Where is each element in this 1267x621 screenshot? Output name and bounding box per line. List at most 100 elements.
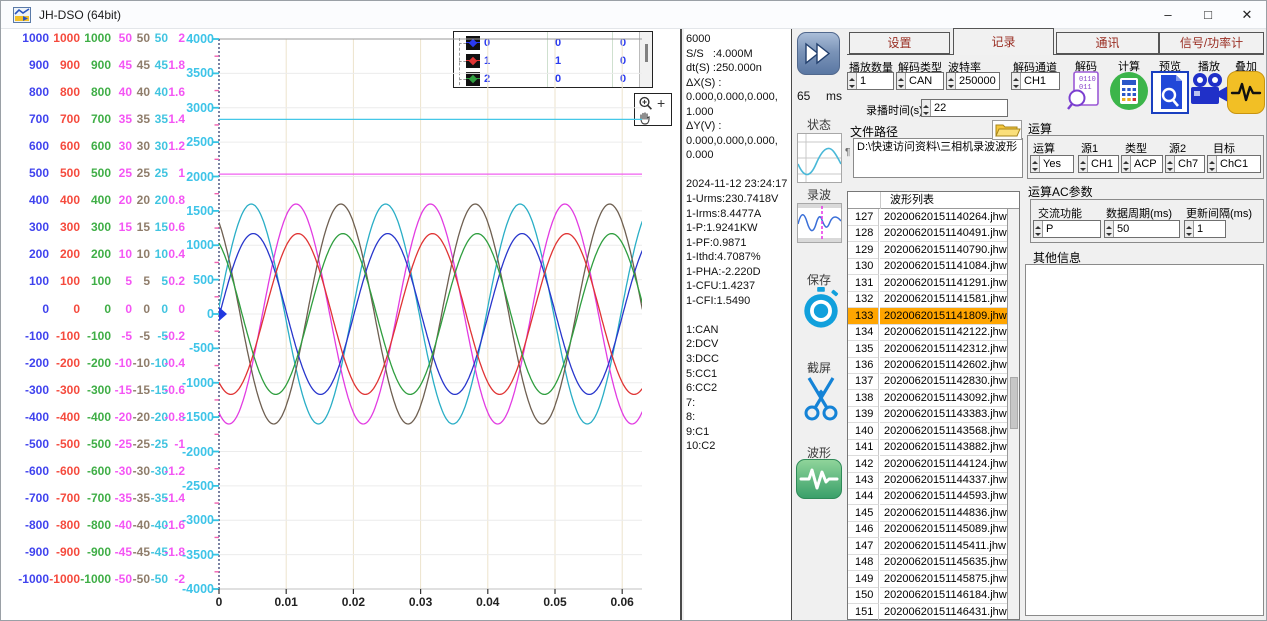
file-row-name: 20200620151144836.jhw — [880, 505, 1007, 522]
record-time-spinner[interactable]: 22 — [921, 99, 1008, 117]
tab-记录[interactable]: 记录 — [953, 28, 1054, 55]
file-list-row[interactable]: 14920200620151145875.jhw — [848, 571, 1007, 588]
other-info-box[interactable] — [1025, 264, 1264, 616]
spin-value: 1 — [857, 73, 893, 89]
action-button-叠加[interactable] — [1227, 71, 1265, 114]
tab-通讯[interactable]: 通讯 — [1056, 32, 1159, 54]
file-list-row[interactable]: 13420200620151142122.jhw — [848, 324, 1007, 341]
spin-arrows[interactable] — [1185, 221, 1194, 237]
file-row-name: 20200620151141581.jhw — [880, 291, 1007, 308]
file-row-name: 20200620151144593.jhw — [880, 488, 1007, 505]
fast-forward-button[interactable] — [797, 32, 840, 75]
decode-field-3[interactable]: 250000 — [946, 72, 1000, 90]
zoom-plus-icon[interactable]: + — [657, 95, 665, 111]
spin-arrows[interactable] — [848, 73, 857, 89]
decode-field-2[interactable]: CAN — [896, 72, 944, 90]
close-button[interactable]: ✕ — [1226, 1, 1267, 29]
file-list-row[interactable]: 14820200620151145635.jhw — [848, 554, 1007, 571]
file-list-scrollbar-thumb[interactable] — [1010, 377, 1018, 429]
operation-field-4[interactable]: Ch7 — [1165, 155, 1205, 173]
waveform-file-list[interactable]: 波形列表12720200620151140264.jhw128202006201… — [847, 191, 1020, 620]
screenshot-button[interactable] — [799, 375, 843, 421]
spin-arrows[interactable] — [1122, 156, 1131, 172]
file-list-row[interactable]: 13720200620151142830.jhw — [848, 373, 1007, 390]
file-list-row[interactable]: 13220200620151141581.jhw — [848, 291, 1007, 308]
ac-params-field-1[interactable]: P — [1033, 220, 1101, 238]
maximize-button[interactable]: □ — [1187, 1, 1229, 29]
file-list-row[interactable]: 14320200620151144337.jhw — [848, 472, 1007, 489]
waveform-button[interactable] — [796, 459, 842, 499]
spin-arrows[interactable] — [1034, 221, 1043, 237]
file-row-index: 151 — [848, 604, 879, 621]
spin-arrows[interactable] — [1031, 156, 1040, 172]
file-list-row[interactable]: 14520200620151144836.jhw — [848, 505, 1007, 522]
decode-field-1[interactable]: 1 — [847, 72, 894, 90]
file-list-row[interactable]: 14020200620151143568.jhw — [848, 423, 1007, 440]
spin-arrows[interactable] — [897, 73, 906, 89]
ac-params-header: 更新间隔(ms) — [1186, 205, 1252, 221]
file-list-row[interactable]: 13920200620151143383.jhw — [848, 406, 1007, 423]
file-list-row[interactable]: 13520200620151142312.jhw — [848, 341, 1007, 358]
info-line: 3:DCC — [686, 352, 791, 367]
main-axis-label: 2000 — [162, 170, 214, 184]
info-line: 1-Irms:8.4477A — [686, 207, 791, 222]
info-line: 1-Ithd:4.7087% — [686, 250, 791, 265]
action-button-解码[interactable]: 0110011 — [1067, 71, 1105, 114]
info-line: 1.000 — [686, 105, 791, 120]
action-button-计算[interactable] — [1109, 71, 1149, 114]
operation-field-2[interactable]: CH1 — [1078, 155, 1119, 173]
tab-设置[interactable]: 设置 — [849, 32, 950, 54]
info-line: S/S :4.000M — [686, 47, 791, 62]
file-list-row[interactable]: 14120200620151143882.jhw — [848, 439, 1007, 456]
record-wave-button[interactable] — [797, 203, 842, 243]
file-row-index: 144 — [848, 488, 879, 505]
file-list-row[interactable]: 13020200620151141084.jhw — [848, 258, 1007, 275]
browse-folder-button[interactable] — [992, 120, 1022, 140]
spin-arrows[interactable] — [1079, 156, 1088, 172]
operation-field-1[interactable]: Yes — [1030, 155, 1074, 173]
file-path-box[interactable]: D:\快速访问资料\三相机录波波形 — [853, 138, 1023, 178]
spin-arrows[interactable] — [1105, 221, 1114, 237]
file-list-row[interactable]: 12720200620151140264.jhw — [848, 209, 1007, 226]
file-list-row[interactable]: 13120200620151141291.jhw — [848, 275, 1007, 292]
action-button-预览[interactable] — [1151, 71, 1189, 114]
file-list-row[interactable]: 12820200620151140491.jhw — [848, 225, 1007, 242]
file-list-row[interactable]: 14220200620151144124.jhw — [848, 456, 1007, 473]
file-list-scrollbar[interactable] — [1007, 209, 1019, 619]
spin-arrows[interactable] — [1166, 156, 1175, 172]
file-list-row[interactable]: 14720200620151145411.jhw — [848, 538, 1007, 555]
file-list-row[interactable]: 13620200620151142602.jhw — [848, 357, 1007, 374]
legend-scrollbar-thumb[interactable] — [645, 44, 648, 62]
file-row-name: 20200620151143092.jhw — [880, 390, 1007, 407]
status-button[interactable] — [797, 133, 842, 183]
spin-arrows[interactable] — [1208, 156, 1217, 172]
minimize-button[interactable]: – — [1147, 1, 1189, 29]
spin-arrows[interactable] — [947, 73, 956, 89]
decode-field-4[interactable]: CH1 — [1011, 72, 1060, 90]
file-list-row-selected[interactable]: 13320200620151141809.jhw — [848, 308, 1007, 325]
operation-field-5[interactable]: ChC1 — [1207, 155, 1261, 173]
trigger-marker[interactable] — [219, 307, 227, 321]
main-axis-label: -500 — [162, 341, 214, 355]
action-button-播放[interactable] — [1189, 71, 1229, 114]
file-list-row[interactable]: 15120200620151146431.jhw — [848, 604, 1007, 621]
operation-field-3[interactable]: ACP — [1121, 155, 1163, 173]
file-list-row[interactable]: 13820200620151143092.jhw — [848, 390, 1007, 407]
spin-arrows[interactable] — [922, 100, 931, 116]
ac-params-field-2[interactable]: 50 — [1104, 220, 1180, 238]
file-row-index: 149 — [848, 571, 879, 588]
file-row-index: 134 — [848, 324, 879, 341]
spin-value: 22 — [931, 100, 1007, 116]
spin-arrows[interactable] — [1012, 73, 1021, 89]
save-button[interactable] — [800, 287, 842, 329]
file-list-row[interactable]: 14620200620151145089.jhw — [848, 521, 1007, 538]
ac-params-field-3[interactable]: 1 — [1184, 220, 1226, 238]
main-axis-label: -2000 — [162, 445, 214, 459]
file-list-row[interactable]: 15020200620151146184.jhw — [848, 587, 1007, 604]
main-axis-label: -1000 — [162, 376, 214, 390]
tab-信号/功率计[interactable]: 信号/功率计 — [1159, 32, 1264, 54]
waveform-plot[interactable] — [211, 36, 642, 598]
file-list-row[interactable]: 12920200620151140790.jhw — [848, 242, 1007, 259]
叠加-icon — [1227, 71, 1265, 114]
file-list-row[interactable]: 14420200620151144593.jhw — [848, 488, 1007, 505]
